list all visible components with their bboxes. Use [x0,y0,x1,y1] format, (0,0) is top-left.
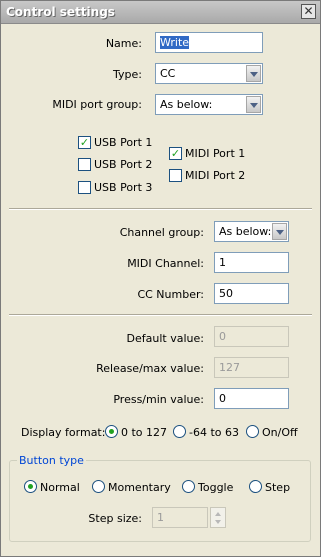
midi-port-group-value: As below: [160,98,213,111]
channel-group-value: As below: [219,225,272,238]
chevron-down-icon[interactable] [272,223,287,240]
button-type-normal-label: Normal [40,481,80,494]
display-format-64-63-radio[interactable] [173,425,186,438]
separator [9,208,312,210]
midi-port-2-checkbox[interactable] [169,169,182,182]
display-format-64-63-label: -64 to 63 [189,426,239,439]
button-type-toggle-radio[interactable] [182,480,195,493]
button-type-step-radio[interactable] [249,480,262,493]
button-type-group [9,460,311,542]
type-select-value: CC [160,67,176,80]
separator [9,314,312,316]
name-field-value: Write [160,36,190,49]
usb-port-2-label: USB Port 2 [94,158,153,171]
cc-number-label: CC Number: [137,288,204,301]
channel-group-select[interactable]: As below: [214,221,289,242]
midi-channel-label: MIDI Channel: [127,257,204,270]
button-type-momentary-radio[interactable] [92,480,105,493]
release-max-value-label: Release/max value: [96,362,204,375]
button-type-legend: Button type [17,454,86,467]
spin-up-icon[interactable] [215,512,221,516]
control-settings-window: Control settings ✕ Name: Write Type: CC … [0,0,321,557]
window-title: Control settings [6,5,115,19]
close-icon[interactable]: ✕ [301,4,316,19]
usb-port-1-label: USB Port 1 [94,136,153,149]
cc-number-field[interactable]: 50 [214,283,289,304]
button-type-momentary-label: Momentary [108,481,171,494]
usb-port-2-checkbox[interactable] [78,158,91,171]
press-min-value-field[interactable]: 0 [214,388,289,409]
usb-port-1-checkbox[interactable]: ✓ [78,136,91,149]
button-type-toggle-label: Toggle [198,481,234,494]
midi-channel-field[interactable]: 1 [214,252,289,273]
default-value-field[interactable]: 0 [214,326,289,347]
type-select[interactable]: CC [155,63,263,84]
midi-port-1-checkbox[interactable]: ✓ [169,147,182,160]
midi-port-group-label: MIDI port group: [52,98,142,111]
step-size-field[interactable]: 1 [152,507,208,528]
usb-port-3-label: USB Port 3 [94,181,153,194]
channel-group-label: Channel group: [119,226,204,239]
type-label: Type: [113,68,142,81]
name-field[interactable]: Write [155,32,263,53]
default-value-label: Default value: [126,332,204,345]
name-label: Name: [105,37,142,50]
button-type-normal-radio[interactable] [24,480,37,493]
step-size-label: Step size: [88,512,142,525]
button-type-step-label: Step [265,481,291,494]
midi-port-2-label: MIDI Port 2 [185,169,246,182]
chevron-down-icon[interactable] [246,65,261,82]
display-format-on-off-radio[interactable] [246,425,259,438]
step-size-spinner[interactable] [210,507,226,528]
display-format-label: Display format: [21,426,106,439]
display-format-0-127-label: 0 to 127 [121,426,168,439]
title-bar[interactable]: Control settings ✕ [1,1,320,24]
display-format-0-127-radio[interactable] [105,425,118,438]
press-min-value-label: Press/min value: [113,393,204,406]
chevron-down-icon[interactable] [246,96,261,113]
usb-port-3-checkbox[interactable] [78,181,91,194]
spin-down-icon[interactable] [215,520,221,524]
release-max-value-field[interactable]: 127 [214,357,289,378]
midi-port-group-select[interactable]: As below: [155,94,263,115]
display-format-on-off-label: On/Off [262,426,298,439]
midi-port-1-label: MIDI Port 1 [185,147,246,160]
